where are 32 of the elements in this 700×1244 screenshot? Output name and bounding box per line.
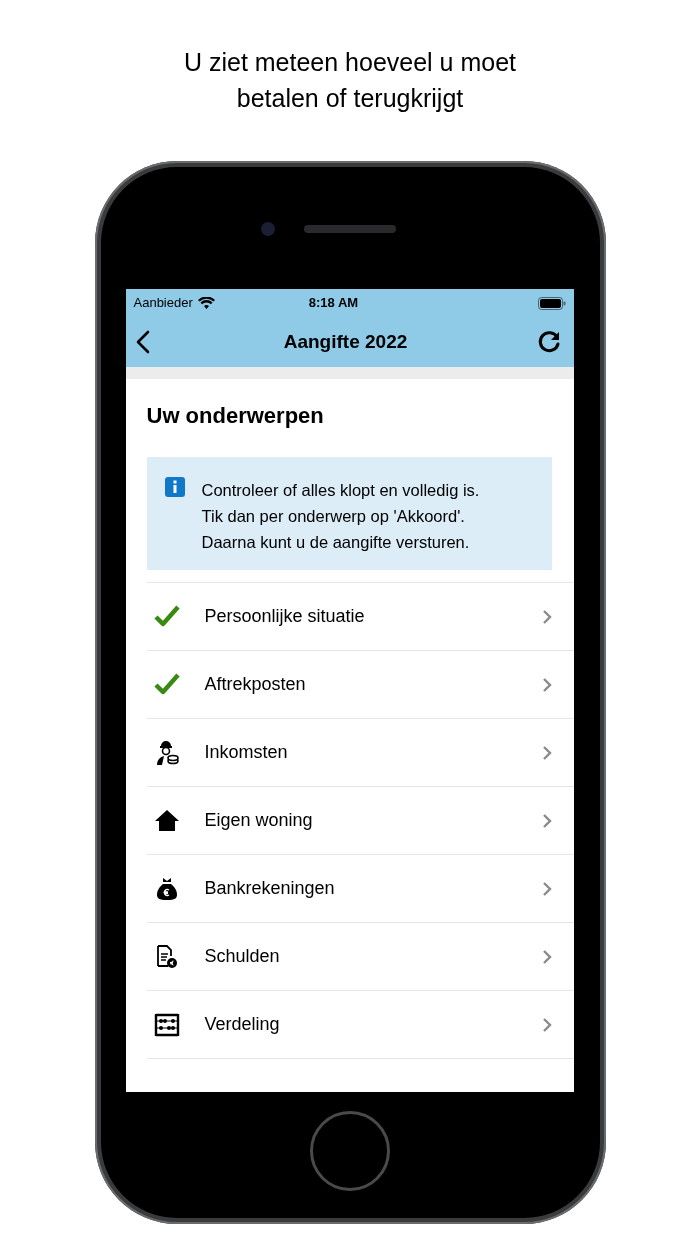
- topic-row[interactable]: Bankrekeningen: [146, 855, 574, 923]
- info-text: Controleer of alles klopt en volledig is. Tik dan per onderwerp op 'Akkoord'. Daarna kunt u de aangifte versturen.: [201, 480, 480, 553]
- topic-label: Persoonlijke situatie: [204, 605, 365, 628]
- section-title: Uw onderwerpen: [146, 402, 325, 430]
- topic-label: Bankrekeningen: [204, 877, 335, 900]
- topic-label: Verdeling: [204, 1013, 280, 1036]
- topic-row[interactable]: Verdeling: [146, 991, 574, 1059]
- wifi-icon: [197, 297, 215, 309]
- info-icon: [164, 477, 185, 497]
- screen-title: Aangifte 2022: [283, 329, 408, 354]
- topic-row[interactable]: Aftrekposten: [146, 651, 574, 719]
- topic-label: Aftrekposten: [204, 673, 306, 696]
- chevron-icon: [541, 880, 552, 897]
- chevron-icon: [541, 948, 552, 965]
- house-icon: [153, 807, 180, 834]
- abacus-icon: [153, 1011, 180, 1038]
- clock-time: 8:18 AM: [308, 294, 359, 313]
- chevron-icon: [541, 676, 552, 693]
- chevron-icon: [541, 744, 552, 761]
- battery-icon: [537, 296, 566, 310]
- topic-row[interactable]: Schulden: [146, 923, 574, 991]
- chevron-icon: [541, 608, 552, 625]
- carrier-name: Aanbieder: [133, 294, 193, 313]
- topic-label: Schulden: [204, 945, 280, 968]
- topic-row[interactable]: Eigen woning: [146, 787, 574, 855]
- caption: U ziet meteen hoeveel u moet betalen of terugkrijgt: [182, 47, 518, 114]
- topic-row[interactable]: Inkomsten: [146, 719, 574, 787]
- topic-label: Inkomsten: [204, 741, 288, 764]
- topic-label: Eigen woning: [204, 809, 313, 832]
- chevron-icon: [541, 1016, 552, 1033]
- chevron-icon: [541, 812, 552, 829]
- topic-row[interactable]: Persoonlijke situatie: [146, 583, 574, 651]
